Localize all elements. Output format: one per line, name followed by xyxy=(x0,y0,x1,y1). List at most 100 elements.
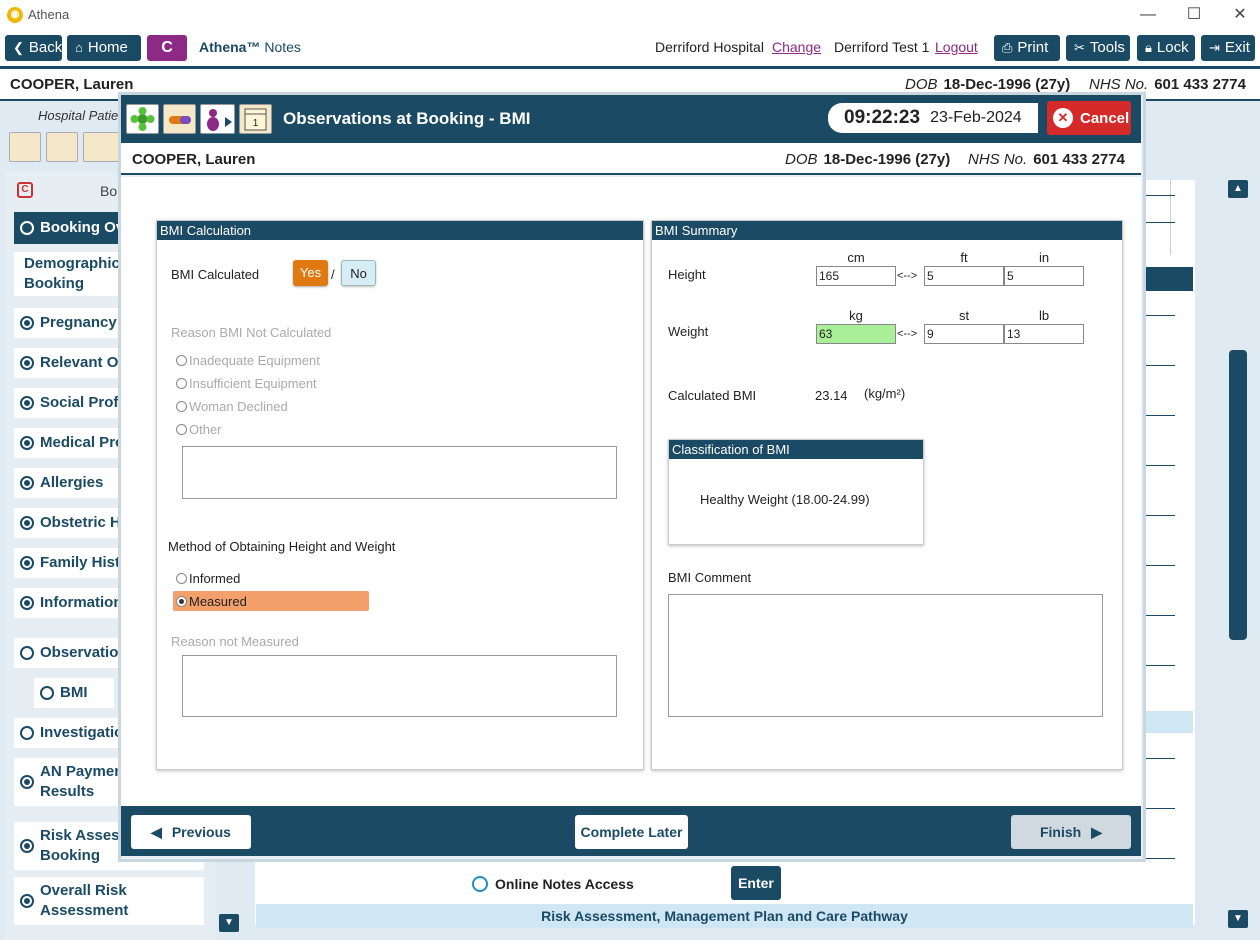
app-name-suffix: Notes xyxy=(264,39,301,55)
sidebar-item-label: Family Histo xyxy=(40,554,130,571)
reason-label: Insufficient Equipment xyxy=(189,376,317,391)
status-circle-icon xyxy=(20,646,34,660)
radio-circle-selected xyxy=(176,596,187,607)
bg-section-header xyxy=(1140,267,1193,291)
reason-not-measured-textarea[interactable] xyxy=(182,655,617,717)
modal-patient-banner: COOPER, Lauren DOB 18-Dec-1996 (27y) NHS … xyxy=(121,143,1141,175)
scrollbar-thumb[interactable] xyxy=(1229,350,1247,640)
cancel-button[interactable]: ✕ Cancel xyxy=(1047,101,1131,135)
sidebar-item-text: Demographics Booking xyxy=(24,254,128,294)
status-circle-icon xyxy=(20,356,34,370)
sidebar-item-label-line2: Booking xyxy=(24,275,84,292)
nhs-value: 601 433 2774 xyxy=(1154,76,1246,93)
unit-st: st xyxy=(958,308,970,323)
finish-button[interactable]: Finish ▶ xyxy=(1011,815,1131,849)
reason-label: Other xyxy=(189,422,222,437)
weight-kg-input[interactable]: 63 xyxy=(816,324,896,344)
dob-label: DOB xyxy=(905,76,938,93)
yes-no-slash: / xyxy=(331,267,335,282)
online-notes-status-icon xyxy=(472,876,488,892)
sidebar-scroll-down-icon[interactable]: ▼ xyxy=(219,914,239,932)
reason-inadequate-equipment-radio[interactable]: Inadequate Equipment xyxy=(176,353,320,368)
status-circle-icon xyxy=(20,221,34,235)
app-name: Athena™ Notes xyxy=(199,39,301,55)
reason-not-measured-label: Reason not Measured xyxy=(171,634,299,649)
patient-nhs: NHS No. 601 433 2774 xyxy=(1089,76,1246,93)
nhs-label: NHS No. xyxy=(1089,76,1149,93)
online-notes-label: Online Notes Access xyxy=(495,876,634,892)
calculated-bmi-value: 23.14 xyxy=(815,388,848,403)
mother-baby-icon[interactable] xyxy=(200,104,235,134)
exit-button[interactable]: ⇥ Exit xyxy=(1201,35,1255,61)
main-toolbar: ❮ Back ⌂ Home C Athena™ Notes Derriford Ho… xyxy=(0,30,1260,66)
pill-icon[interactable] xyxy=(163,104,196,134)
method-measured-radio[interactable]: Measured xyxy=(176,594,247,609)
sidebar-item-label: Investigatio xyxy=(40,724,124,741)
modal-patient-nhs: NHS No. 601 433 2774 xyxy=(968,151,1125,168)
height-ft-input[interactable]: 5 xyxy=(924,266,1004,286)
height-in-input[interactable]: 5 xyxy=(1004,266,1084,286)
lock-button[interactable]: 🔒︎ Lock xyxy=(1137,35,1195,61)
method-informed-radio[interactable]: Informed xyxy=(176,571,240,586)
bmi-comment-textarea[interactable] xyxy=(668,594,1103,717)
previous-button[interactable]: ◀ Previous xyxy=(131,815,251,849)
green-flower-icon[interactable] xyxy=(126,104,159,134)
printer-icon: ⎙ xyxy=(1002,40,1013,55)
sidebar-item[interactable]: Overall Risk Assessment xyxy=(14,877,204,925)
sidebar-item-label-line2: Results xyxy=(40,783,95,800)
reason-woman-declined-radio[interactable]: Woman Declined xyxy=(176,399,288,414)
user-name: Derriford Test 1 xyxy=(834,39,930,55)
change-hospital-link[interactable]: Change xyxy=(772,39,821,55)
unit-cm: cm xyxy=(847,250,865,265)
sidebar-item-label: Pregnancy I xyxy=(40,314,126,331)
scroll-up-icon[interactable]: ▲ xyxy=(1228,180,1248,198)
enter-button[interactable]: Enter xyxy=(731,866,781,900)
status-circle-icon xyxy=(20,726,34,740)
method-label: Method of Obtaining Height and Weight xyxy=(168,539,396,554)
status-circle-icon xyxy=(20,775,34,789)
right-scrollbar[interactable]: ▲ ▼ xyxy=(1228,180,1248,928)
home-button[interactable]: ⌂ Home xyxy=(67,35,141,61)
calendar-number: 1 xyxy=(253,118,259,129)
status-circle-icon xyxy=(20,516,34,530)
bg-panel-fragment xyxy=(1170,180,1193,255)
pill-icon[interactable] xyxy=(46,132,78,162)
reason-insufficient-equipment-radio[interactable]: Insufficient Equipment xyxy=(176,376,317,391)
bo-label: Bo xyxy=(100,183,118,199)
dob-value: 18-Dec-1996 (27y) xyxy=(943,76,1071,93)
c-badge-button[interactable]: C xyxy=(147,35,187,61)
radio-circle xyxy=(176,424,187,435)
weight-st-input[interactable]: 9 xyxy=(924,324,1004,344)
tools-button[interactable]: ✂ Tools xyxy=(1066,35,1130,61)
minimize-button[interactable]: — xyxy=(1136,4,1160,26)
status-circle-icon xyxy=(40,686,54,700)
modal-nhs-label: NHS No. xyxy=(968,151,1028,168)
risk-assessment-bar[interactable]: Risk Assessment, Management Plan and Car… xyxy=(256,904,1193,928)
method-label-measured: Measured xyxy=(189,594,247,609)
reason-other-radio[interactable]: Other xyxy=(176,422,222,437)
back-button[interactable]: ❮ Back xyxy=(5,35,62,61)
method-label-informed: Informed xyxy=(189,571,241,586)
weight-lb-input[interactable]: 13 xyxy=(1004,324,1084,344)
lock-icon: 🔒︎ xyxy=(1145,40,1152,55)
previous-label: Previous xyxy=(171,824,231,840)
sidebar-item-text: Overall Risk Assessment xyxy=(40,881,128,921)
clock-display: 09:22:23 23-Feb-2024 xyxy=(828,103,1038,133)
calendar-icon[interactable]: 1 xyxy=(239,104,272,134)
logout-link[interactable]: Logout xyxy=(935,39,978,55)
modal-dob-value: 18-Dec-1996 (27y) xyxy=(823,151,951,168)
bmi-calculated-no-button[interactable]: No xyxy=(341,260,376,286)
sidebar-item[interactable]: BMI xyxy=(34,678,114,708)
height-cm-input[interactable]: 165 xyxy=(816,266,896,286)
complete-later-button[interactable]: Complete Later xyxy=(575,815,688,849)
radio-circle xyxy=(176,573,187,584)
bmi-calculated-yes-button[interactable]: Yes xyxy=(293,260,328,286)
reason-other-textarea[interactable] xyxy=(182,446,617,499)
scroll-down-icon[interactable]: ▼ xyxy=(1228,910,1248,928)
people-icon[interactable] xyxy=(83,132,119,162)
maximize-button[interactable]: ☐ xyxy=(1182,4,1206,26)
green-flower-icon[interactable] xyxy=(9,132,41,162)
print-button[interactable]: ⎙ Print xyxy=(994,35,1060,61)
tools-icon: ✂ xyxy=(1074,40,1085,55)
close-window-button[interactable]: ✕ xyxy=(1228,4,1252,26)
